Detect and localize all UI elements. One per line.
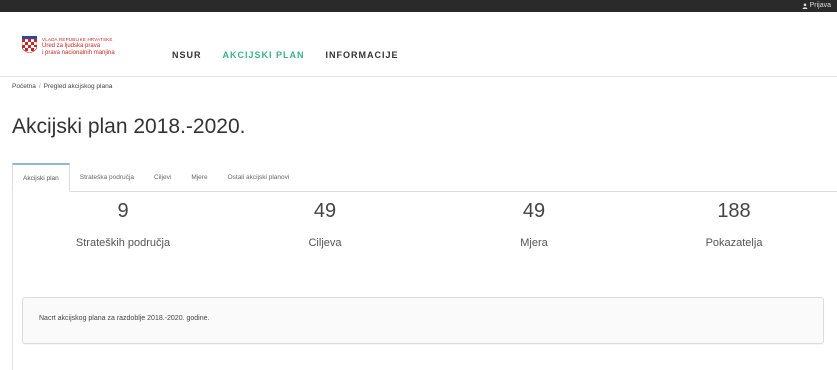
nav-item-nsur[interactable]: NSUR — [172, 50, 202, 60]
stat-value: 188 — [717, 200, 751, 222]
description-panel: Nacrt akcijskog plana za razdoblje 2018.… — [22, 297, 824, 344]
stat-label: Mjera — [520, 237, 548, 249]
page-title: Akcijski plan 2018.-2020. — [12, 115, 246, 138]
stat-strategic-areas: 9 Strateških područja — [53, 200, 193, 249]
nav-item-akcijski-plan[interactable]: AKCIJSKI PLAN — [223, 50, 305, 60]
stat-indicators: 188 Pokazatelja — [664, 200, 804, 249]
breadcrumb-home[interactable]: Početna — [12, 83, 36, 90]
breadcrumb-separator: / — [38, 83, 41, 90]
description-text: Nacrt akcijskog plana za razdoblje 2018.… — [39, 315, 210, 322]
breadcrumb: Početna / Pregled akcijskog plana — [12, 83, 112, 90]
stat-label: Strateških područja — [75, 237, 171, 249]
stat-goals: 49 Ciljeva — [255, 200, 395, 249]
stats-row: 9 Strateških područja 49 Ciljeva 49 Mjer… — [13, 200, 837, 270]
tab-akcijski-plan[interactable]: Akcijski plan — [12, 163, 70, 192]
main-nav: NSUR AKCIJSKI PLAN INFORMACIJE — [172, 50, 420, 60]
stat-value: 49 — [313, 200, 337, 222]
breadcrumb-current: Pregled akcijskog plana — [43, 83, 113, 90]
tab-bar: Akcijski plan Strateška područja Ciljevi… — [12, 163, 837, 192]
logo-line-1: Ured za ljudska prava — [42, 43, 101, 49]
stat-label: Ciljeva — [308, 237, 342, 249]
top-bar: Prijava — [0, 0, 837, 12]
logo-text: VLADA REPUBLIKE HRVATSKE Ured za ljudska… — [42, 36, 115, 57]
tab-ciljevi[interactable]: Ciljevi — [144, 163, 181, 191]
nav-item-informacije[interactable]: INFORMACIJE — [326, 50, 399, 60]
user-icon — [802, 3, 807, 9]
stat-label: Pokazatelja — [705, 237, 763, 249]
stat-measures: 49 Mjera — [464, 200, 604, 249]
logo-line-2: i prava nacionalnih manjina — [42, 50, 115, 56]
login-link[interactable]: Prijava — [802, 0, 831, 12]
tab-mjere[interactable]: Mjere — [181, 163, 217, 191]
coat-of-arms-icon — [22, 36, 37, 53]
tab-ostali-akcijski-planovi[interactable]: Ostali akcijski planovi — [218, 163, 300, 191]
site-header: VLADA REPUBLIKE HRVATSKE Ured za ljudska… — [0, 12, 837, 76]
header-divider — [0, 76, 837, 77]
login-label[interactable]: Prijava — [810, 0, 831, 12]
government-logo[interactable]: VLADA REPUBLIKE HRVATSKE Ured za ljudska… — [22, 36, 115, 57]
stat-value: 49 — [522, 200, 546, 222]
tab-strateska-podrucja[interactable]: Strateška područja — [70, 163, 144, 191]
stat-value: 9 — [117, 200, 129, 222]
logo-line-small: VLADA REPUBLIKE HRVATSKE — [42, 37, 113, 42]
